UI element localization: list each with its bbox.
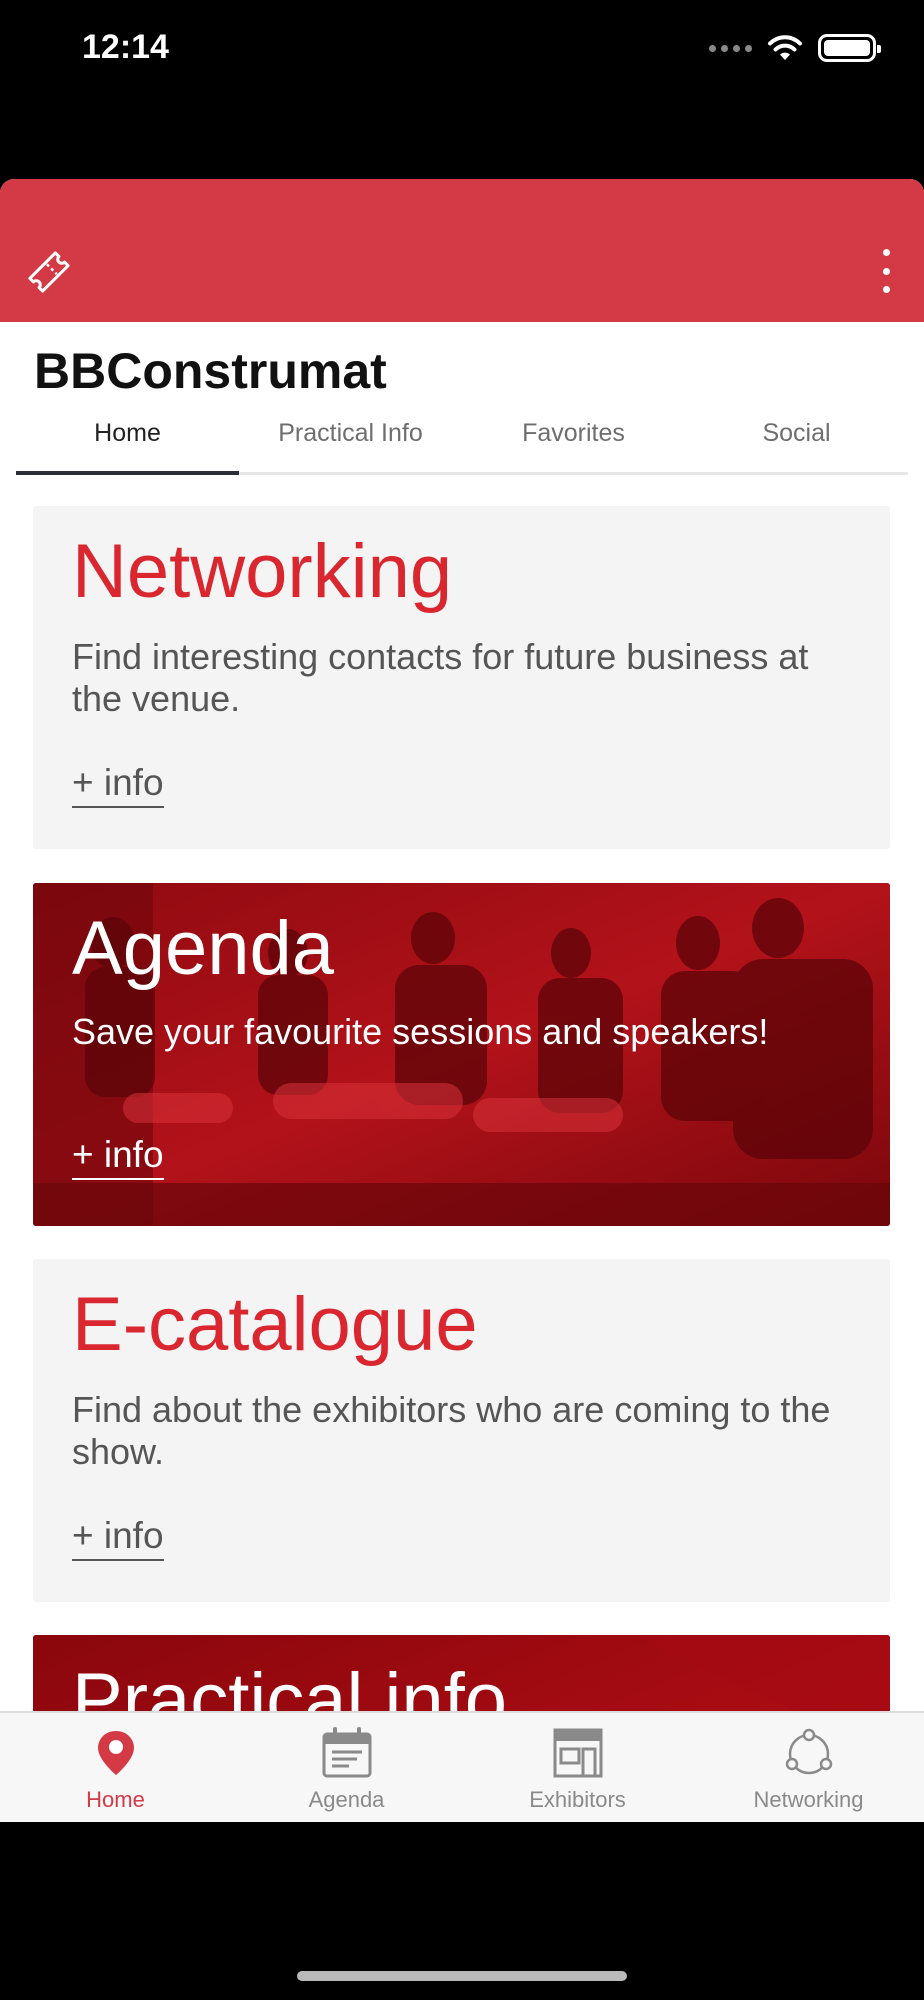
nav-home[interactable]: Home [0, 1713, 231, 1822]
home-indicator [297, 1971, 627, 1981]
card-title: Agenda [72, 906, 335, 991]
practical-info-card[interactable]: Practical info [33, 1635, 890, 1711]
card-title: E-catalogue [72, 1282, 478, 1367]
tab-practical-info[interactable]: Practical Info [239, 411, 462, 472]
storefront-icon [552, 1727, 604, 1779]
more-options-icon[interactable] [878, 249, 894, 293]
status-time: 12:14 [82, 28, 169, 66]
agenda-info-link[interactable]: + info [72, 1134, 164, 1180]
ticket-icon [28, 251, 70, 293]
tab-favorites[interactable]: Favorites [462, 411, 685, 472]
nav-agenda[interactable]: Agenda [231, 1713, 462, 1822]
nav-label: Exhibitors [529, 1787, 626, 1812]
card-description: Find about the exhibitors who are coming… [72, 1389, 831, 1472]
location-pin-icon [90, 1727, 142, 1779]
nav-exhibitors[interactable]: Exhibitors [462, 1713, 693, 1822]
top-app-bar [0, 179, 924, 322]
battery-icon [818, 34, 881, 62]
ticket-button[interactable] [22, 245, 76, 299]
home-content: Networking Find interesting contacts for… [0, 478, 924, 1711]
card-description: Find interesting contacts for future bus… [72, 636, 809, 719]
ecatalogue-card[interactable]: E-catalogue Find about the exhibitors wh… [33, 1259, 890, 1602]
top-tabs: Home Practical Info Favorites Social [16, 411, 908, 475]
status-icons [709, 34, 881, 62]
card-title: Practical info [72, 1658, 508, 1712]
network-icon [783, 1727, 835, 1779]
card-description: Save your favourite sessions and speaker… [72, 1011, 769, 1052]
agenda-card[interactable]: Agenda Save your favourite sessions and … [33, 883, 890, 1226]
nav-networking[interactable]: Networking [693, 1713, 924, 1822]
status-bar: 12:14 [0, 0, 924, 100]
nav-label: Networking [753, 1787, 864, 1812]
cellular-signal-icon [709, 44, 752, 52]
networking-card[interactable]: Networking Find interesting contacts for… [33, 506, 890, 849]
card-title: Networking [72, 529, 453, 614]
networking-info-link[interactable]: + info [72, 762, 164, 808]
calendar-icon [321, 1727, 373, 1779]
bottom-navigation: Home Agenda Exhibitors Networking [0, 1711, 924, 1822]
tab-home[interactable]: Home [16, 411, 239, 475]
app-title: BBConstrumat [34, 343, 387, 399]
wifi-icon [768, 35, 802, 60]
nav-label: Home [86, 1787, 145, 1812]
app-screen: BBConstrumat Home Practical Info Favorit… [0, 179, 924, 1822]
tab-social[interactable]: Social [685, 411, 908, 472]
ecatalogue-info-link[interactable]: + info [72, 1515, 164, 1561]
nav-label: Agenda [308, 1787, 385, 1812]
